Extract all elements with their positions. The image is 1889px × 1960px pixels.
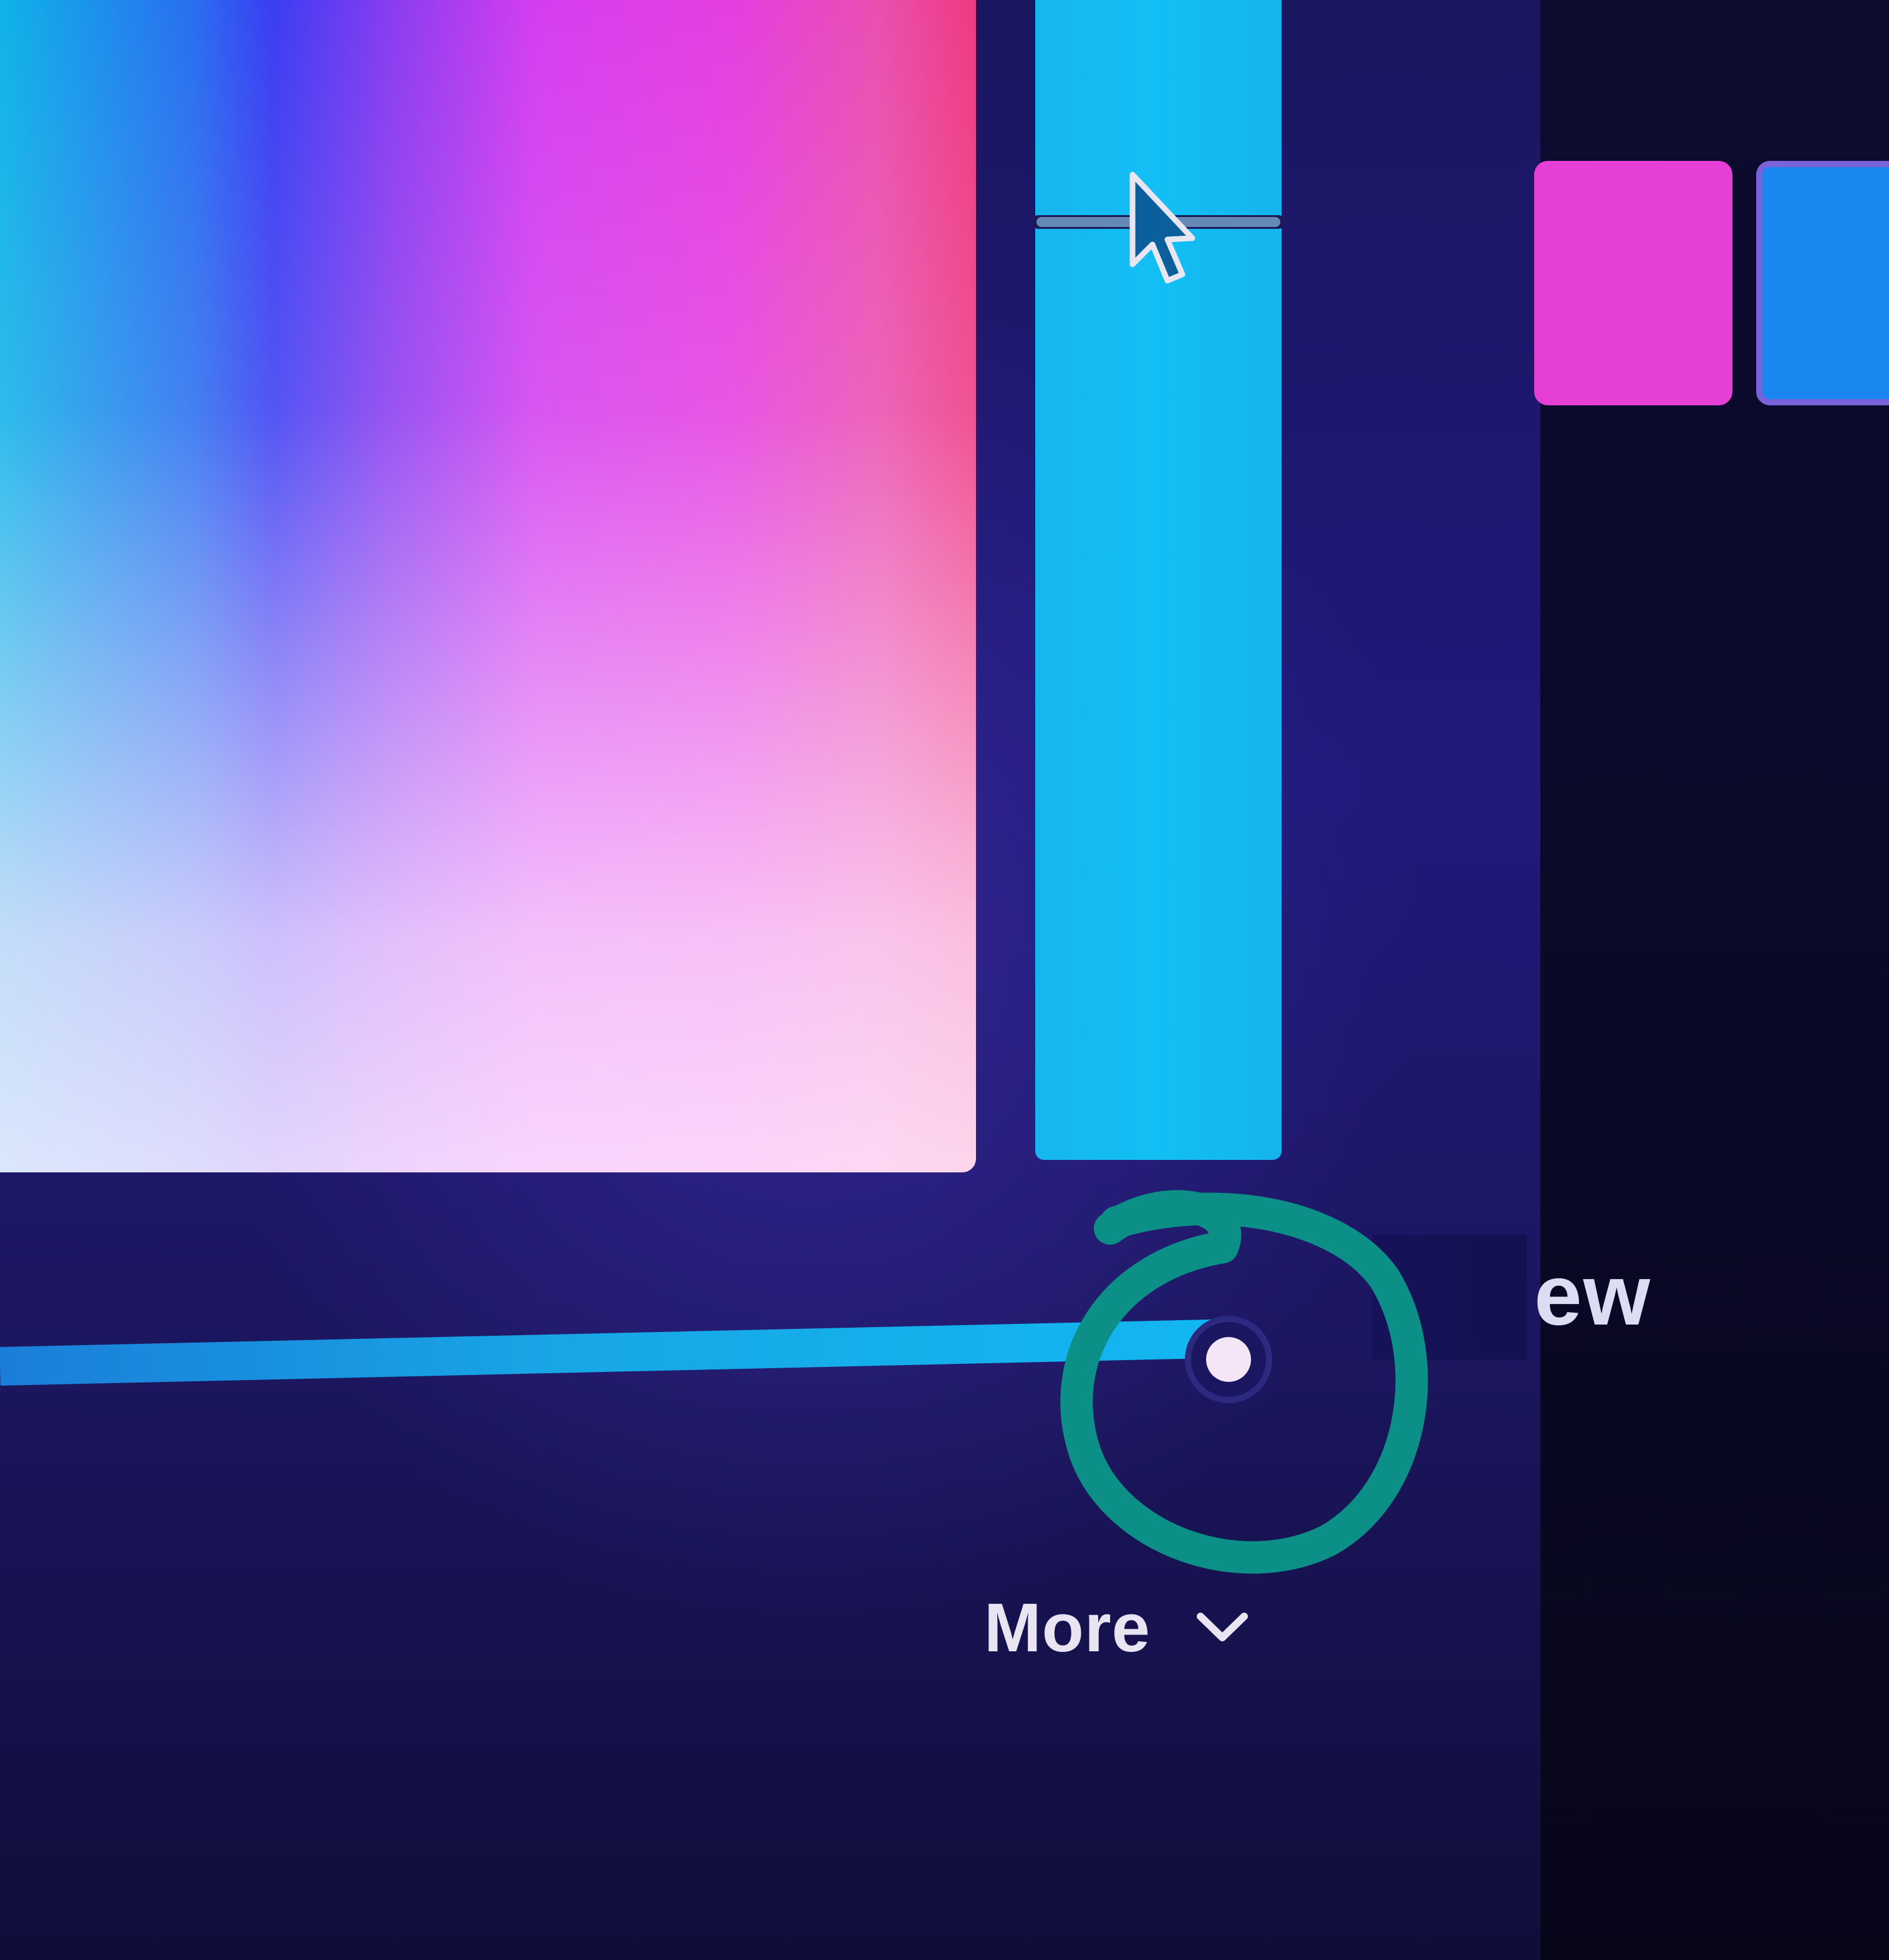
color-spectrum-area[interactable] <box>0 0 976 1172</box>
more-button[interactable]: More <box>984 1584 1250 1671</box>
preview-label: ew <box>1534 1247 1651 1343</box>
new-color-swatch <box>1534 161 1732 405</box>
chevron-down-icon <box>1196 1613 1248 1641</box>
mouse-pointer-icon <box>1129 171 1196 284</box>
annotation-circle <box>1060 1190 1428 1574</box>
more-label: More <box>984 1589 1151 1666</box>
current-color-swatch[interactable] <box>1756 161 1889 405</box>
